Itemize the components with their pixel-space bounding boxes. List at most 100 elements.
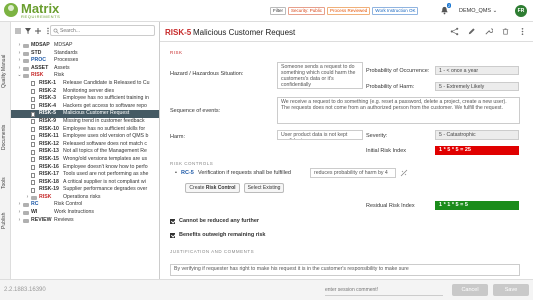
tree-row[interactable]: RISK-15 Wrong/old versions templates are …	[11, 155, 159, 164]
tree-row[interactable]: RISK-1 Release Candidate is Released to C…	[11, 80, 159, 88]
probability-harm-select[interactable]: 5 - Extremely Likely	[435, 82, 519, 91]
tree-row-selected[interactable]: RISK-5 Malicious Customer Request	[11, 110, 159, 118]
document-icon	[31, 111, 35, 117]
item-tree-panel: › MDSAP MDSAP › STD Standards › PROC Processes › A…	[11, 22, 160, 279]
delete-icon[interactable]	[501, 27, 510, 36]
tree-row-code: ASSET	[31, 64, 49, 71]
tab-documents[interactable]: Documents	[1, 114, 10, 160]
risk-control-effect-select[interactable]: reduces probability of harm by 4	[310, 168, 396, 178]
tree-row[interactable]: › RISK Operations risks	[11, 193, 159, 202]
select-existing-button[interactable]: Select Existing	[244, 183, 284, 193]
tools-icon[interactable]	[484, 27, 493, 36]
section-risk-controls-heading: RISK CONTROLS	[170, 161, 214, 166]
tree-row[interactable]: RISK-9 Missing trend in customer feedback	[11, 118, 159, 126]
tab-tools[interactable]: Tools	[1, 170, 10, 196]
expand-all-icon[interactable]	[14, 27, 22, 35]
unlink-icon[interactable]	[400, 169, 408, 177]
risk-control-link[interactable]: RC-5	[181, 170, 194, 176]
tree-row-code: RISK-4	[39, 102, 57, 109]
tree-row-title: Risk Control	[54, 201, 83, 208]
filter-tag[interactable]: Process Reviewed	[327, 7, 371, 15]
filter-tag[interactable]: Work Instruction OK	[372, 7, 419, 15]
create-button-bold: Risk Control	[205, 185, 236, 191]
severity-label: Severity:	[366, 133, 388, 139]
tree-row[interactable]: RISK-4 Hackers get access to software rep…	[11, 102, 159, 111]
tree-row-title: Employee doesn't know how to perfo	[63, 163, 148, 170]
expand-chevron-icon[interactable]: ›	[17, 65, 22, 73]
tree-row[interactable]: › WI Work Instructions	[11, 209, 159, 217]
logo-subtitle: REQUIREMENTS	[21, 14, 61, 19]
folder-icon	[23, 74, 29, 79]
folder-icon	[23, 218, 29, 223]
more-menu-icon[interactable]	[518, 27, 527, 36]
bullet: •	[175, 170, 177, 176]
tree-row[interactable]: RISK-16 Employee doesn't know how to perf…	[11, 163, 159, 172]
expand-chevron-icon[interactable]: ›	[17, 217, 22, 225]
severity-select[interactable]: 5 - Catastrophic	[435, 130, 519, 140]
expand-chevron-icon[interactable]: ›	[25, 194, 30, 202]
project-selector[interactable]: DEMO_QMS ⌄	[459, 8, 497, 14]
harm-field[interactable]: User product data is not kept confident	[277, 130, 363, 140]
benefits-outweigh-checkbox[interactable]	[170, 233, 175, 238]
tree-row[interactable]: RISK-11 Employee uses old version of QMS …	[11, 133, 159, 141]
sequence-label: Sequence of events:	[170, 108, 221, 114]
filter-icon[interactable]	[24, 27, 32, 35]
expand-chevron-icon[interactable]: ›	[17, 209, 22, 217]
probability-occurrence-label: Probability of Occurrence:	[366, 68, 430, 74]
cannot-reduce-checkbox[interactable]	[170, 219, 175, 224]
tree-row[interactable]: RISK-17 Tools used are not performing as …	[11, 171, 159, 179]
share-icon[interactable]	[450, 27, 459, 36]
cancel-button[interactable]: Cancel	[452, 284, 488, 296]
tree-row[interactable]: RISK-12 Released software does not match …	[11, 140, 159, 149]
tree-row[interactable]: › STD Standards	[11, 50, 159, 58]
expand-chevron-icon[interactable]: ›	[17, 50, 22, 58]
add-item-icon[interactable]	[34, 27, 42, 35]
expand-chevron-icon[interactable]: ›	[17, 201, 22, 209]
tree-search-input[interactable]	[60, 27, 152, 35]
tab-publish[interactable]: Publish	[1, 202, 10, 240]
probability-occurrence-select[interactable]: 1 - < once a year	[435, 66, 519, 75]
collapse-chevron-icon[interactable]: ⌄	[17, 72, 22, 80]
harm-label: Harm:	[170, 134, 185, 140]
document-icon	[31, 119, 35, 125]
tree-row[interactable]: › PROC Processes	[11, 57, 159, 65]
tree-row[interactable]: RISK-13 Not all topics of the Management …	[11, 148, 159, 156]
user-avatar[interactable]: FR	[515, 5, 527, 17]
tree-row[interactable]: › MDSAP MDSAP	[11, 42, 159, 50]
tree-row-title: Operations risks	[63, 193, 101, 200]
tab-quality-manual[interactable]: Quality Manual	[1, 40, 10, 102]
tree-row[interactable]: RISK-3 Employee has no sufficient trainin…	[11, 95, 159, 103]
expand-chevron-icon[interactable]: ›	[17, 42, 22, 50]
hazard-field[interactable]: Someone sends a request to do something …	[277, 62, 363, 89]
edit-pencil-icon[interactable]	[467, 27, 476, 36]
tree-row[interactable]: RISK-10 Employee has no sufficient skills…	[11, 126, 159, 134]
tree-row[interactable]: ⌄ RISK Risk	[11, 72, 159, 80]
tree-row-code: RISK-15	[39, 155, 59, 162]
justification-field[interactable]: By verifying if requester has right to m…	[170, 264, 520, 276]
tree-row-code: PROC	[31, 57, 46, 64]
folder-icon	[23, 44, 29, 48]
filter-tag[interactable]: Filter	[270, 7, 286, 15]
document-icon	[31, 96, 35, 102]
tree-row[interactable]: › RC Risk Control	[11, 201, 159, 209]
tree-row-title: Supplier performance degrades over	[63, 186, 148, 193]
expand-chevron-icon[interactable]: ›	[17, 57, 22, 65]
tree-row-title: Tools used are not performing as she	[63, 171, 149, 178]
filter-tag[interactable]: Security: Public	[288, 7, 326, 15]
tree-row[interactable]: RISK-19 Supplier performance degrades ove…	[11, 186, 159, 194]
vertical-tab-strip: Quality Manual Documents Tools Publish	[0, 22, 11, 279]
tree-row[interactable]: RISK-2 Monitoring server dies	[11, 88, 159, 96]
tree-row-title: Not all topics of the Management Re	[63, 148, 147, 155]
tree-row-title: Risk	[54, 72, 65, 79]
sequence-events-field[interactable]: We receive a request to do something (e.…	[277, 97, 520, 124]
tree-row[interactable]: › ASSET Assets	[11, 64, 159, 73]
tree-row-title: Released software does not match c	[63, 140, 147, 147]
tree-row[interactable]: › REVIEW Reviews	[11, 217, 159, 225]
tree-row[interactable]: RISK-18 A critical supplier is not compli…	[11, 179, 159, 187]
save-button[interactable]: Save	[493, 284, 529, 296]
create-risk-control-button[interactable]: Create Risk Control	[185, 183, 240, 193]
app-logo[interactable]: Matrix REQUIREMENTS	[4, 1, 74, 20]
document-icon	[31, 127, 35, 133]
document-icon	[31, 187, 35, 193]
session-comment-input[interactable]	[325, 285, 443, 296]
